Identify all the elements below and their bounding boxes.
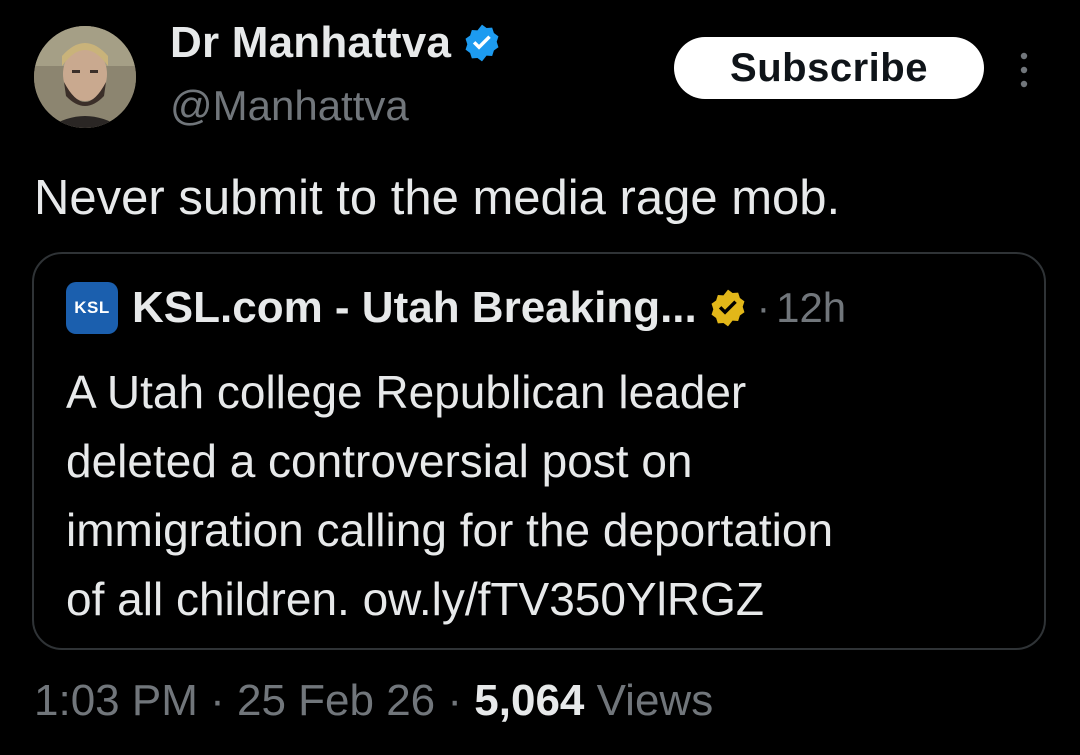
author-display-name[interactable]: Dr Manhattva — [170, 18, 503, 68]
more-vertical-icon[interactable] — [1016, 50, 1032, 90]
tweet-date[interactable]: 25 Feb 26 — [237, 676, 435, 725]
views-count: 5,064 — [474, 676, 585, 725]
quoted-text-line: deleted a controversial post on — [66, 435, 693, 487]
subscribe-button[interactable]: Subscribe — [674, 37, 984, 99]
quoted-text-line: immigration calling for the deportation — [66, 504, 834, 556]
verified-badge-icon — [461, 22, 503, 64]
quoted-tweet-card[interactable]: KSL KSL.com - Utah Breaking... · 12h A U… — [32, 252, 1046, 650]
verified-org-badge-icon — [707, 287, 749, 329]
avatar[interactable] — [34, 26, 136, 128]
separator-dot: · — [756, 285, 771, 330]
ksl-logo-icon: KSL — [66, 282, 118, 334]
tweet-metadata: 1:03 PM · 25 Feb 26 · 5,064 Views — [34, 676, 713, 726]
quoted-text-line: of all children. ow.ly/fTV350YlRGZ — [66, 573, 764, 625]
quoted-timestamp[interactable]: 12h — [776, 284, 846, 332]
quoted-tweet-body: A Utah college Republican leader deleted… — [66, 358, 1016, 634]
tweet-time[interactable]: 1:03 PM — [34, 676, 198, 725]
views-label: Views — [596, 676, 714, 725]
separator-dot: · — [447, 676, 463, 725]
quoted-tweet-header: KSL KSL.com - Utah Breaking... · 12h — [66, 282, 846, 334]
tweet-text: Never submit to the media rage mob. — [34, 171, 841, 225]
quoted-text-line: A Utah college Republican leader — [66, 366, 747, 418]
quoted-author-name[interactable]: KSL.com - Utah Breaking... — [132, 283, 697, 333]
separator-dot: · — [210, 676, 225, 725]
author-name-text[interactable]: Dr Manhattva — [170, 18, 451, 68]
author-handle[interactable]: @Manhattva — [170, 82, 409, 130]
